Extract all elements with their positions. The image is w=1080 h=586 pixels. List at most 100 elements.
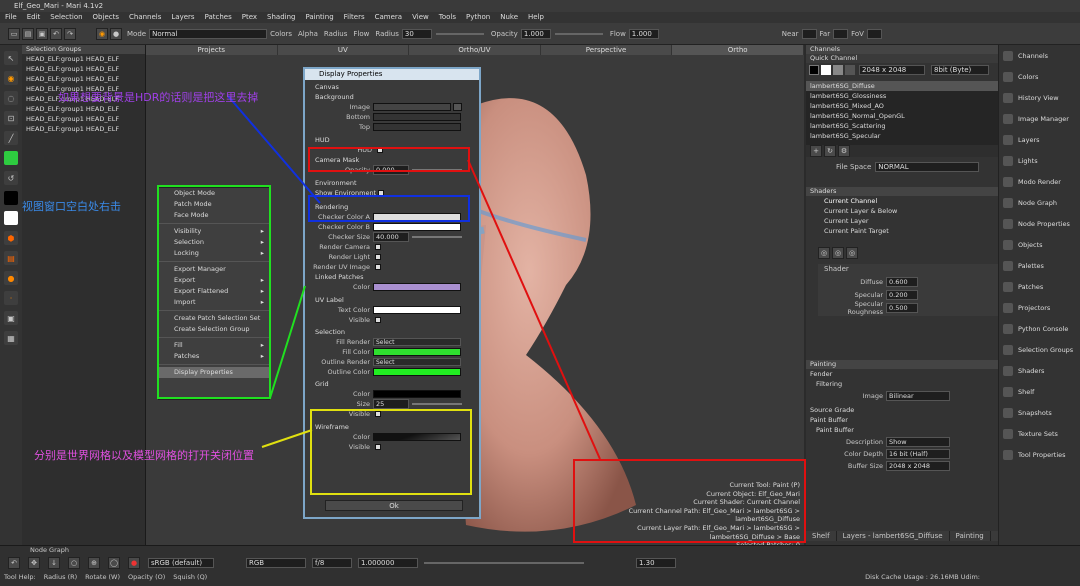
sidebar-item-image-manager[interactable]: Image Manager — [999, 108, 1080, 129]
sidebar-item-colors[interactable]: Colors — [999, 66, 1080, 87]
source-grade-section[interactable]: Source Grade — [806, 405, 998, 415]
eyedropper-icon[interactable]: ╱ — [4, 131, 18, 145]
colorspace-icon[interactable]: ● — [128, 557, 140, 569]
menu-python[interactable]: Python — [466, 12, 490, 23]
buffer-size-select[interactable]: 2048 x 2048 — [886, 461, 950, 471]
save-icon[interactable]: ▣ — [36, 27, 48, 40]
brush-icon[interactable]: ● — [110, 27, 122, 40]
target-icon[interactable]: ⊕ — [88, 557, 100, 569]
fill-render-select[interactable]: Select — [373, 338, 461, 346]
menu-shading[interactable]: Shading — [267, 12, 295, 23]
checker-swatch[interactable] — [845, 65, 855, 75]
sidebar-item-modo-render[interactable]: Modo Render — [999, 171, 1080, 192]
tab-perspective[interactable]: Perspective — [541, 45, 673, 55]
gain-field[interactable]: 1.000000 — [358, 558, 418, 568]
description-select[interactable]: Show — [886, 437, 950, 447]
render-camera-checkbox[interactable] — [375, 244, 381, 250]
uv-visible-checkbox[interactable] — [375, 317, 381, 323]
wireframe-section[interactable]: Wireframe — [311, 422, 473, 432]
paint-tool-icon[interactable]: ◉ — [4, 71, 18, 85]
paint-mode-icon[interactable]: ◉ — [96, 27, 108, 40]
undo-icon[interactable]: ↶ — [50, 27, 62, 40]
frame-icon[interactable]: ▣ — [4, 311, 18, 325]
channel-item[interactable]: lambert6SG_Specular — [806, 131, 998, 141]
fill-color[interactable] — [373, 348, 461, 356]
selection-group-item[interactable]: HEAD_ELF:group1 HEAD_ELF — [22, 74, 145, 84]
lasso-tool-icon[interactable]: ◌ — [4, 91, 18, 105]
move-icon[interactable]: ✥ — [28, 557, 40, 569]
menu-file[interactable]: File — [5, 12, 17, 23]
alpha-toggle[interactable]: Alpha — [298, 30, 318, 38]
tab-projects[interactable]: Projects — [146, 45, 278, 55]
sidebar-item-objects[interactable]: Objects — [999, 234, 1080, 255]
fender-section[interactable]: Fender — [806, 369, 998, 379]
black-swatch[interactable] — [809, 65, 819, 75]
menu-view[interactable]: View — [412, 12, 429, 23]
menu-item-visibility[interactable]: Visibility ▸ — [159, 226, 269, 237]
depth-select[interactable]: 8bit (Byte) — [931, 65, 989, 75]
rgb-select[interactable]: RGB — [246, 558, 306, 568]
background-section[interactable]: Background — [311, 92, 473, 102]
menu-item-display-properties[interactable]: Display Properties — [159, 367, 269, 378]
channel-item[interactable]: lambert6SG_Diffuse — [806, 81, 998, 91]
shader-link-icon[interactable]: ◎ — [846, 247, 858, 259]
menu-item-export-flattened[interactable]: Export Flattened ▸ — [159, 286, 269, 297]
wireframe-visible-checkbox[interactable] — [375, 444, 381, 450]
sphere-tool-icon[interactable]: ● — [4, 271, 18, 285]
redo-icon[interactable]: ↷ — [64, 27, 76, 40]
grid-section[interactable]: Grid — [311, 379, 473, 389]
fstop-select[interactable]: f/8 — [312, 558, 352, 568]
menu-tools[interactable]: Tools — [439, 12, 456, 23]
add-channel-icon[interactable]: + — [810, 145, 822, 157]
zoom-field[interactable]: 1.30 — [636, 558, 676, 568]
grid-color[interactable] — [373, 390, 461, 398]
file-icon[interactable]: ▭ — [8, 27, 20, 40]
fov-field[interactable] — [866, 28, 882, 39]
sidebar-item-snapshots[interactable]: Snapshots — [999, 402, 1080, 423]
roughness-field[interactable]: 0.500 — [886, 303, 918, 313]
opacity-field[interactable]: 1.000 — [520, 28, 551, 39]
sidebar-item-python-console[interactable]: Python Console — [999, 318, 1080, 339]
render-light-checkbox[interactable] — [375, 254, 381, 260]
menu-item-object-mode[interactable]: Object Mode — [159, 188, 269, 199]
flow-toggle[interactable]: Flow — [353, 30, 369, 38]
tab-ortho-uv[interactable]: Ortho/UV — [409, 45, 541, 55]
channel-item[interactable]: lambert6SG_Mixed_AO — [806, 101, 998, 111]
diffuse-field[interactable]: 0.600 — [886, 277, 918, 287]
color-depth-select[interactable]: 16 bit (Half) — [886, 449, 950, 459]
undo-icon-2[interactable]: ↶ — [8, 557, 20, 569]
checker-size-field[interactable]: 40.000 — [373, 232, 409, 242]
settings-icon[interactable]: ⚙ — [838, 145, 850, 157]
menu-item-locking[interactable]: Locking ▸ — [159, 248, 269, 259]
uv-label-section[interactable]: UV Label — [311, 295, 473, 305]
menu-item-patch-mode[interactable]: Patch Mode — [159, 199, 269, 210]
render-uv-checkbox[interactable] — [375, 264, 381, 270]
menu-layers[interactable]: Layers — [171, 12, 194, 23]
sidebar-item-layers[interactable]: Layers — [999, 129, 1080, 150]
projection-icon[interactable]: ⬢ — [4, 231, 18, 245]
menu-item-create-patch-selection-set[interactable]: Create Patch Selection Set — [159, 313, 269, 324]
sidebar-item-shelf[interactable]: Shelf — [999, 381, 1080, 402]
selection-section[interactable]: Selection — [311, 327, 473, 337]
menu-selection[interactable]: Selection — [50, 12, 82, 23]
show-environment-checkbox[interactable] — [378, 190, 385, 196]
mode-select[interactable]: Normal — [149, 28, 268, 39]
channel-item[interactable]: lambert6SG_Normal_OpenGL — [806, 111, 998, 121]
channel-item[interactable]: lambert6SG_Glossiness — [806, 91, 998, 101]
menu-nuke[interactable]: Nuke — [500, 12, 518, 23]
colors-toggle[interactable]: Colors — [270, 30, 292, 38]
ok-button[interactable]: Ok — [325, 500, 463, 511]
opacity-field[interactable]: 0.000 — [373, 165, 409, 175]
filter-image-select[interactable]: Bilinear — [886, 391, 950, 401]
selection-group-item[interactable]: HEAD_ELF:group1 HEAD_ELF — [22, 104, 145, 114]
menu-edit[interactable]: Edit — [27, 12, 41, 23]
painting-tab[interactable]: Shelf — [806, 531, 837, 541]
grid-size-slider[interactable] — [412, 403, 462, 405]
paint-buffer-section[interactable]: Paint Buffer — [806, 415, 998, 425]
linked-patches-section[interactable]: Linked Patches — [311, 272, 473, 282]
menu-item-create-selection-group[interactable]: Create Selection Group — [159, 324, 269, 335]
sidebar-item-patches[interactable]: Patches — [999, 276, 1080, 297]
radius-toggle[interactable]: Radius — [324, 30, 347, 38]
layers-tool-icon[interactable]: ▤ — [4, 251, 18, 265]
sidebar-item-selection-groups[interactable]: Selection Groups — [999, 339, 1080, 360]
